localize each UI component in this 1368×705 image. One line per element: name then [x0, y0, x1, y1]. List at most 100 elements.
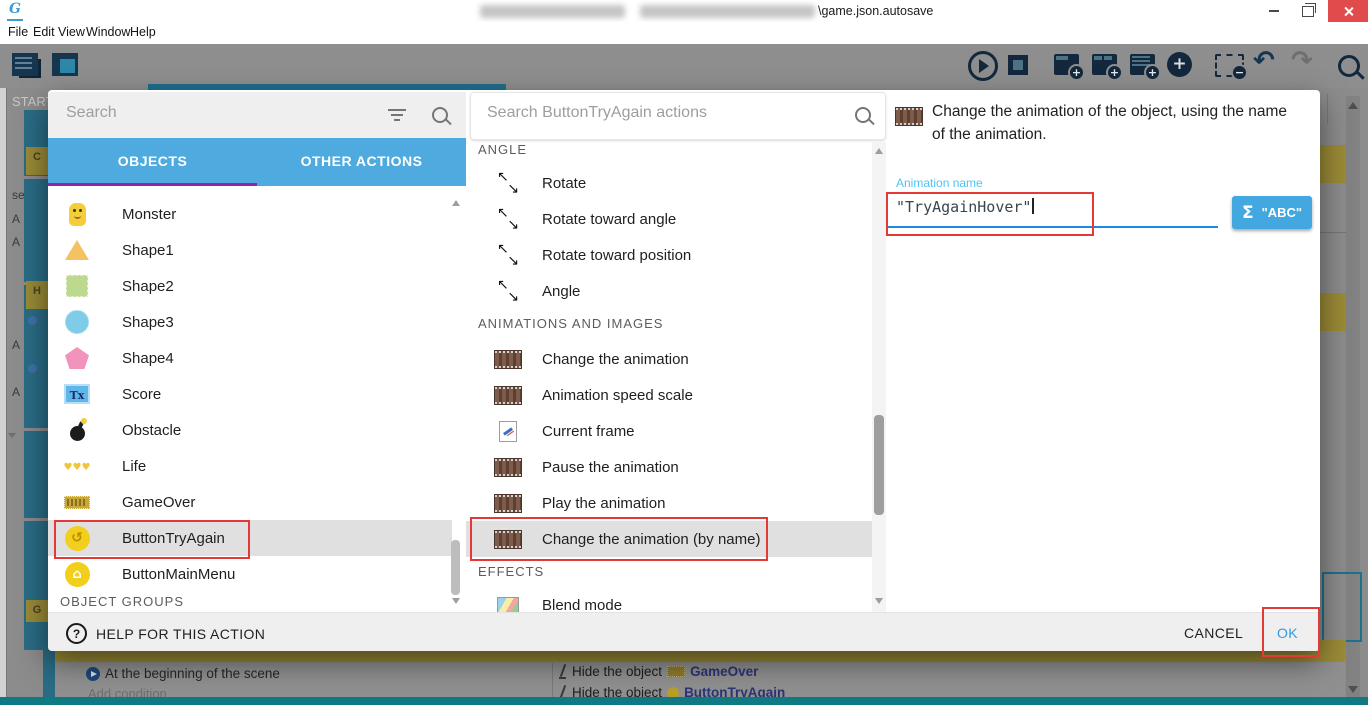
- pentagon-icon: [65, 347, 89, 369]
- project-manager-icon: [12, 53, 38, 76]
- action-row-rotate-toward-angle[interactable]: Rotate toward angle: [466, 201, 872, 237]
- object-row-shape3[interactable]: Shape3: [48, 304, 452, 340]
- collapse-arrow-icon: [8, 433, 16, 438]
- object-row-shape1[interactable]: Shape1: [48, 232, 452, 268]
- scrollbar-thumb[interactable]: [874, 415, 884, 515]
- input-underline: [888, 226, 1218, 228]
- tab-objects[interactable]: OBJECTS: [48, 138, 257, 186]
- event-margin-bar: [43, 650, 55, 697]
- scene-begin-condition-icon: [86, 667, 100, 681]
- help-icon: [66, 623, 87, 644]
- action-row-play-animation[interactable]: Play the animation: [466, 485, 872, 521]
- restore-button[interactable]: [1292, 0, 1324, 22]
- scroll-down-icon[interactable]: [452, 598, 460, 604]
- gdevelop-window: G \game.json.autosave File Edit View Win…: [0, 0, 1368, 705]
- film-strip-icon: [896, 108, 922, 125]
- section-header-angle: ANGLE: [478, 142, 527, 157]
- object-row-monster[interactable]: Monster: [48, 196, 452, 232]
- menubar: File Edit View Window Help: [0, 22, 1368, 44]
- action-row-current-frame[interactable]: Current frame: [466, 413, 872, 449]
- object-search-bar: [48, 92, 466, 138]
- object-row-obstacle[interactable]: Obstacle: [48, 412, 452, 448]
- event-margin-bar: [24, 110, 48, 650]
- object-row-score[interactable]: Score: [48, 376, 452, 412]
- comment-block-fragment: G: [26, 600, 48, 622]
- debug-icon: [1008, 51, 1028, 75]
- scroll-down-icon: [1348, 686, 1358, 693]
- menu-file[interactable]: File: [8, 25, 28, 39]
- bomb-icon: [70, 426, 85, 441]
- animation-name-input[interactable]: "TryAgainHover": [896, 198, 1216, 222]
- choose-action-dialog: OBJECTS OTHER ACTIONS Monster Shape1 Sha…: [48, 90, 1320, 650]
- film-strip-icon: [495, 351, 521, 368]
- sigma-icon: Σ: [1242, 203, 1254, 223]
- dialog-footer: HELP FOR THIS ACTION CANCEL OK: [48, 612, 1320, 651]
- object-row-buttonmainmenu[interactable]: ButtonMainMenu: [48, 556, 452, 592]
- menu-view[interactable]: View: [58, 25, 85, 39]
- triangle-icon: [65, 240, 89, 260]
- ok-button[interactable]: OK: [1277, 625, 1298, 641]
- scrollbar-thumb[interactable]: [451, 540, 460, 595]
- toolbar-search-icon: [1338, 55, 1360, 77]
- object-row-shape2[interactable]: Shape2: [48, 268, 452, 304]
- circle-icon: [65, 310, 89, 334]
- action-search-input[interactable]: [485, 103, 829, 123]
- action-row-rotate[interactable]: Rotate: [466, 165, 872, 201]
- object-tabs: OBJECTS OTHER ACTIONS: [48, 138, 466, 186]
- film-strip-icon: [495, 459, 521, 476]
- search-icon[interactable]: [432, 107, 448, 123]
- film-strip-icon: [495, 531, 521, 548]
- object-row-shape4[interactable]: Shape4: [48, 340, 452, 376]
- object-row-life[interactable]: Life: [48, 448, 452, 484]
- comment-block-fragment: [1320, 293, 1346, 331]
- minimize-button[interactable]: [1258, 0, 1290, 22]
- menu-window[interactable]: Window: [86, 25, 130, 39]
- comment-block-fragment: [1320, 145, 1346, 183]
- search-icon[interactable]: [855, 107, 871, 123]
- object-groups-header: OBJECT GROUPS: [60, 594, 184, 609]
- close-button[interactable]: [1328, 0, 1368, 22]
- action-row-rotate-toward-position[interactable]: Rotate toward position: [466, 237, 872, 273]
- object-row-gameover[interactable]: GameOver: [48, 484, 452, 520]
- expression-editor-button[interactable]: Σ "ABC": [1232, 196, 1312, 229]
- menu-help[interactable]: Help: [130, 25, 156, 39]
- action-icon-fragment: [28, 364, 37, 373]
- comment-block-fragment: [55, 650, 1345, 662]
- window-titlebar: G \game.json.autosave: [0, 0, 1368, 22]
- filter-icon[interactable]: [388, 109, 406, 121]
- active-tab-indicator: [48, 183, 257, 186]
- rotate-icon: [497, 244, 519, 266]
- bottom-status-bar: [0, 697, 1368, 705]
- menu-edit[interactable]: Edit: [33, 25, 55, 39]
- close-icon: [1343, 6, 1354, 17]
- action-row-pause-animation[interactable]: Pause the animation: [466, 449, 872, 485]
- redacted-title-segment: [640, 5, 815, 18]
- scroll-up-icon: [1348, 102, 1358, 109]
- scroll-up-icon[interactable]: [875, 148, 883, 154]
- object-row-buttontryagain[interactable]: ButtonTryAgain: [48, 520, 452, 556]
- background-scrollbar: [1346, 96, 1360, 650]
- tab-other-actions[interactable]: OTHER ACTIONS: [257, 138, 466, 186]
- play-icon: [968, 51, 998, 81]
- event-action-row: Hide the object GameOver: [558, 664, 758, 679]
- help-for-action-link[interactable]: HELP FOR THIS ACTION: [66, 623, 265, 644]
- delete-event-icon: [1215, 52, 1244, 77]
- window-title: \game.json.autosave: [818, 4, 933, 18]
- add-comment-icon: [1130, 52, 1155, 75]
- action-row-angle[interactable]: Angle: [466, 273, 872, 309]
- add-new-icon: [1167, 52, 1192, 77]
- action-row-animation-speed-scale[interactable]: Animation speed scale: [466, 377, 872, 413]
- object-search-input[interactable]: [64, 103, 368, 123]
- action-row-change-animation[interactable]: Change the animation: [466, 341, 872, 377]
- blend-mode-icon: [497, 597, 519, 614]
- restore-icon: [1302, 6, 1314, 17]
- section-header-animations: ANIMATIONS AND IMAGES: [478, 316, 663, 331]
- scroll-down-icon[interactable]: [875, 598, 883, 604]
- rotate-icon: [497, 280, 519, 302]
- scroll-up-icon[interactable]: [452, 200, 460, 206]
- monster-icon: [69, 203, 86, 226]
- undo-icon: [1253, 46, 1275, 76]
- action-row-change-animation-by-name[interactable]: Change the animation (by name): [466, 521, 872, 557]
- cancel-button[interactable]: CANCEL: [1184, 625, 1243, 641]
- scrollbar-track[interactable]: [872, 142, 886, 612]
